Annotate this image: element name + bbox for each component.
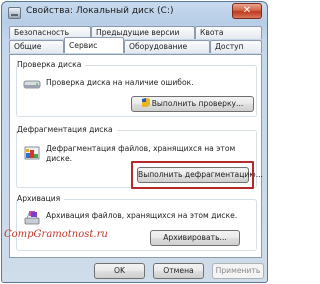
tab-general[interactable]: Общие [9,40,64,53]
tab-strip: Безопасность Предыдущие версии Квота Общ… [9,26,262,54]
backup-description: Архивация файлов, хранящихся на этом дис… [46,211,238,220]
cancel-button[interactable]: Отмена [153,263,204,279]
title-bar[interactable]: Свойства: Локальный диск (C:) ✕ [2,2,267,24]
properties-dialog: Свойства: Локальный диск (C:) ✕ Безопасн… [1,1,268,283]
check-disk-title: Проверка диска [17,60,86,69]
drive-icon [23,80,41,89]
backup-icon [24,211,40,225]
close-icon: ✕ [242,5,252,16]
drive-icon [8,7,21,19]
close-button[interactable]: ✕ [232,3,262,19]
window-title: Свойства: Локальный диск (C:) [26,6,174,16]
ok-button[interactable]: OK [94,263,145,279]
site-watermark: CompGramotnost.ru [4,229,108,240]
shield-icon [141,98,150,107]
highlight-outline [131,161,254,189]
apply-button[interactable]: Применить [212,263,264,279]
backup-group: Архивация Архивация файлов, хранящихся н… [16,194,257,251]
defrag-group: Дефрагментация диска Дефрагментация файл… [16,125,263,189]
check-now-button[interactable]: Выполнить проверку... [131,96,254,112]
defrag-title: Дефрагментация диска [17,125,117,134]
backup-now-button[interactable]: Архивировать... [150,230,240,246]
tab-quota[interactable]: Квота [195,26,262,39]
tab-service[interactable]: Сервис [64,37,124,53]
service-tab-panel: Проверка диска Проверка диска на наличие… [9,54,263,258]
check-disk-description: Проверка диска на наличие ошибок. [46,78,194,87]
backup-title: Архивация [17,194,65,203]
tab-hardware[interactable]: Оборудование [124,40,210,53]
defrag-icon [24,146,40,160]
check-disk-group: Проверка диска Проверка диска на наличие… [16,60,257,117]
tab-sharing[interactable]: Доступ [210,40,262,53]
check-now-label: Выполнить проверку... [151,99,244,108]
